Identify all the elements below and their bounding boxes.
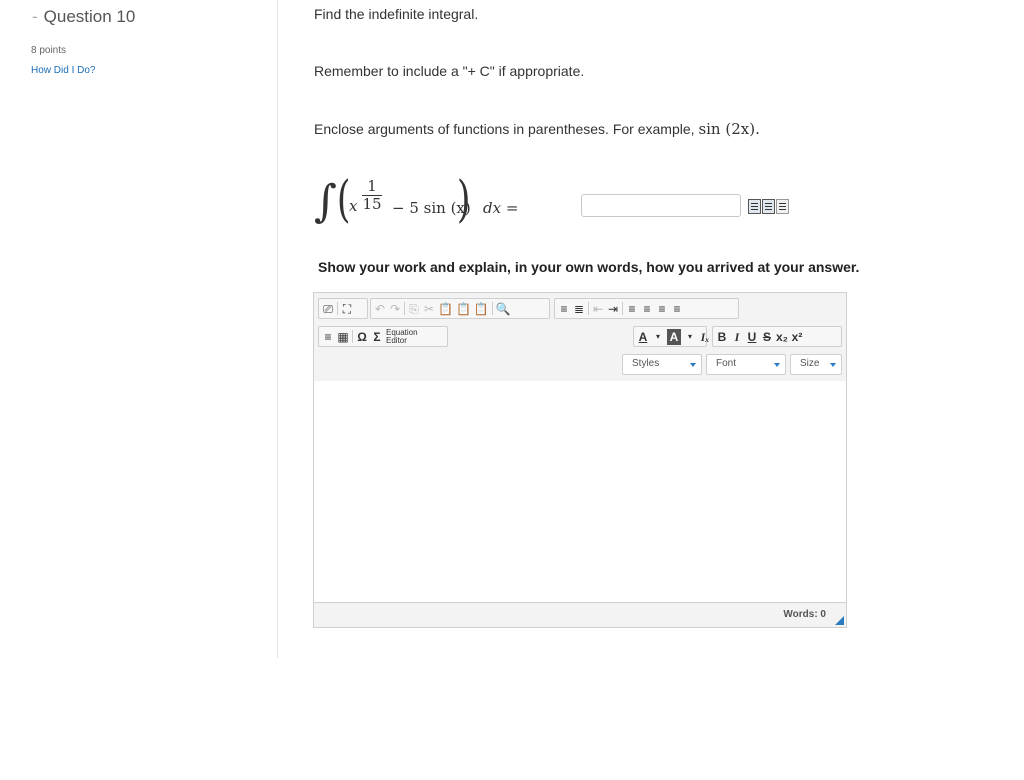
underline-button[interactable]: U <box>746 329 758 345</box>
superscript-button[interactable]: x² <box>791 329 803 345</box>
instruction-plus-c: Remember to include a "+ C" if appropria… <box>314 63 585 79</box>
rich-text-editor: ⎚ ⛶ ↶ ↷ ⎘ ✂ 📋 📋 📋 🔍 ≡ ≣ ⇤ ⇥ ≡ ≡ ≡ ≡ ≡ ▦ … <box>313 292 847 628</box>
question-title-text: Question 10 <box>43 7 136 26</box>
bg-color-dropdown-icon[interactable]: ▾ <box>684 329 696 345</box>
text-color-button[interactable]: A <box>637 329 649 345</box>
instruction-parentheses-text: Enclose arguments of functions in parent… <box>314 121 695 137</box>
word-count: Words: 0 <box>783 609 826 620</box>
editor-text-area[interactable] <box>314 381 846 603</box>
remove-format-button[interactable]: Iₓ <box>699 329 711 345</box>
toolbar-separator <box>352 330 353 343</box>
toolbar-separator <box>622 302 623 315</box>
subscript-button[interactable]: x₂ <box>776 329 788 345</box>
align-center-icon[interactable]: ≡ <box>641 301 653 317</box>
toolbar-separator <box>491 302 493 315</box>
styles-dropdown[interactable]: Styles <box>622 354 702 375</box>
font-chevron-icon <box>774 363 780 367</box>
styles-label: Styles <box>632 358 660 369</box>
exponent-denominator: 15 <box>362 195 382 213</box>
font-dropdown[interactable]: Font <box>706 354 786 375</box>
sigma-icon[interactable]: Σ <box>371 329 383 345</box>
source-icon[interactable]: ⎚ <box>322 301 334 317</box>
horizontal-line-icon[interactable]: ≡ <box>322 329 334 345</box>
resize-handle-icon[interactable] <box>835 616 844 625</box>
integral-sign: ∫ <box>314 176 337 227</box>
font-label: Font <box>716 358 737 369</box>
points-label: 8 points <box>31 45 67 56</box>
redo-icon[interactable]: ↷ <box>389 301 401 317</box>
integral-expression: ∫ ( x 1 15 − 5 sin (x) ) dx = <box>314 170 574 242</box>
help-doc-icon[interactable] <box>776 199 789 214</box>
integrand-variable: x <box>349 197 358 215</box>
size-chevron-icon <box>830 363 836 367</box>
bg-color-button[interactable]: A <box>667 328 681 345</box>
how-did-i-do-link[interactable]: How Did I Do? <box>31 65 95 76</box>
cut-icon[interactable]: ✂ <box>423 301 435 317</box>
instruction-find-integral: Find the indefinite integral. <box>314 6 479 22</box>
paste-text-icon[interactable]: 📋 <box>456 301 471 317</box>
preview-icon[interactable] <box>762 199 775 214</box>
toolbar-separator <box>337 302 338 315</box>
toolbar-group-edit: ↶ ↷ ⎘ ✂ 📋 📋 📋 🔍 <box>370 298 550 319</box>
editor-toolbar: ⎚ ⛶ ↶ ↷ ⎘ ✂ 📋 📋 📋 🔍 ≡ ≣ ⇤ ⇥ ≡ ≡ ≡ ≡ ≡ ▦ … <box>314 293 846 382</box>
strikethrough-button[interactable]: S <box>761 329 773 345</box>
size-dropdown[interactable]: Size <box>790 354 842 375</box>
styles-chevron-icon <box>690 363 696 367</box>
equation-editor-button[interactable]: Equation Editor <box>386 328 418 345</box>
align-right-icon[interactable]: ≡ <box>656 301 668 317</box>
text-color-dropdown-icon[interactable]: ▾ <box>652 329 664 345</box>
outdent-icon[interactable]: ⇤ <box>592 301 604 317</box>
paste-icon[interactable]: 📋 <box>438 301 453 317</box>
question-sidebar: - Question 10 8 points How Did I Do? <box>0 0 278 658</box>
exponent-numerator: 1 <box>362 178 382 196</box>
table-icon[interactable]: ▦ <box>337 329 349 345</box>
instruction-parentheses: Enclose arguments of functions in parent… <box>314 120 760 138</box>
right-paren: ) <box>456 170 471 228</box>
size-label: Size <box>800 358 820 369</box>
collapse-dash[interactable]: - <box>32 7 38 26</box>
toolbar-group-colors: A ▾ A ▾ Iₓ <box>633 326 709 347</box>
toolbar-separator <box>588 302 589 315</box>
align-left-icon[interactable]: ≡ <box>626 301 638 317</box>
toolbar-group-insert: ≡ ▦ Ω Σ Equation Editor <box>318 326 448 347</box>
undo-icon[interactable]: ↶ <box>374 301 386 317</box>
editor-status-bar: Words: 0 <box>314 602 846 627</box>
equation-editor-label-2: Editor <box>386 335 407 345</box>
math-palette-icon[interactable] <box>748 199 761 214</box>
show-work-prompt: Show your work and explain, in your own … <box>318 259 860 275</box>
align-justify-icon[interactable]: ≡ <box>671 301 683 317</box>
answer-input[interactable] <box>581 194 741 217</box>
toolbar-group-document: ⎚ ⛶ <box>318 298 368 319</box>
bold-button[interactable]: B <box>716 329 728 345</box>
find-icon[interactable]: 🔍 <box>496 301 511 317</box>
paste-word-icon[interactable]: 📋 <box>474 301 489 317</box>
copy-icon[interactable]: ⎘ <box>408 301 420 317</box>
italic-button[interactable]: I <box>731 329 743 345</box>
dx-equals: dx = <box>483 199 519 217</box>
toolbar-group-paragraph: ≡ ≣ ⇤ ⇥ ≡ ≡ ≡ ≡ <box>554 298 739 319</box>
special-char-icon[interactable]: Ω <box>356 329 368 345</box>
exponent-fraction: 1 15 <box>362 178 382 213</box>
question-title[interactable]: - Question 10 <box>32 7 135 27</box>
numbered-list-icon[interactable]: ≡ <box>558 301 570 317</box>
maximize-icon[interactable]: ⛶ <box>341 301 353 317</box>
bulleted-list-icon[interactable]: ≣ <box>573 301 585 317</box>
answer-tools <box>748 199 789 214</box>
example-math: sin (2x). <box>698 120 760 138</box>
indent-icon[interactable]: ⇥ <box>607 301 619 317</box>
toolbar-group-basicstyles: B I U S x₂ x² <box>712 326 842 347</box>
toolbar-separator <box>404 302 405 315</box>
